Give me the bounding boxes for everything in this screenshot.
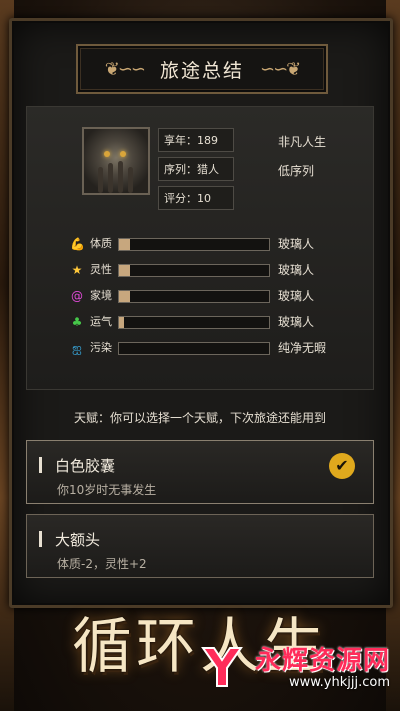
rank-label: 非凡人生 [278, 135, 327, 149]
attribute-label: 污染 [90, 341, 112, 354]
attribute-value: 玻璃人 [278, 237, 315, 251]
attribute-row: @ 家境 玻璃人 [70, 288, 370, 304]
attribute-label: 灵性 [90, 263, 112, 276]
avatar-tentacle [118, 161, 123, 193]
attribute-label: 体质 [90, 237, 112, 250]
strength-icon: 💪 [70, 237, 85, 251]
checkmark-icon: ✔ [329, 453, 355, 479]
attribute-value: 玻璃人 [278, 263, 315, 277]
talent-desc: 你10岁时无事发生 [57, 483, 157, 497]
attribute-bar-fill [119, 317, 124, 328]
talent-name: 白色胶囊 [55, 457, 116, 475]
attribute-bar [118, 264, 270, 277]
star-icon: ★ [71, 263, 83, 277]
watermark-url: www.yhkjjj.com [288, 675, 390, 690]
attribute-row: ♣ 运气 玻璃人 [70, 314, 370, 330]
watermark: 永辉资源网 www.yhkjjj.com [201, 640, 390, 690]
avatar-tentacle [128, 167, 133, 193]
attribute-label: 运气 [90, 315, 112, 328]
watermark-name: 永辉资源网 [254, 646, 390, 676]
swirl-icon: @ [71, 289, 83, 303]
title-banner: ❦∽∽ 旅途总结 ∽∽❦ [76, 44, 328, 94]
watermark-logo-icon [201, 647, 243, 687]
talent-hint: 天赋：你可以选择一个天赋，下次旅途还能用到 [73, 411, 326, 425]
sequence-cell: 序列：猎人 [158, 157, 234, 181]
talent-card-big-forehead[interactable]: 大额头 体质-2，灵性+2 [26, 514, 374, 578]
card-mark [39, 457, 42, 473]
avatar-eye [104, 151, 110, 157]
attribute-value: 玻璃人 [278, 315, 315, 329]
clover-icon: ♣ [71, 315, 83, 329]
talent-name: 大额头 [55, 531, 101, 549]
attribute-row: 💪 体质 玻璃人 [70, 236, 370, 252]
score-cell: 评分：10 [158, 186, 234, 210]
attribute-bar [118, 290, 270, 303]
attribute-bar [118, 316, 270, 329]
attribute-label: 家境 [90, 289, 112, 302]
avatar-tentacle [98, 167, 103, 193]
age-cell: 享年：189 [158, 128, 234, 152]
attribute-bar-fill [119, 291, 130, 302]
attribute-bar-fill [119, 239, 130, 250]
talent-desc: 体质-2，灵性+2 [57, 557, 147, 571]
attribute-bar [118, 342, 270, 355]
avatar-eye [120, 151, 126, 157]
attribute-bar-fill [119, 265, 130, 276]
avatar-tentacle [108, 163, 113, 193]
attribute-value: 玻璃人 [278, 289, 315, 303]
right-flourish-icon: ∽∽❦ [260, 58, 301, 80]
attribute-value: 纯净无暇 [278, 341, 327, 355]
talent-card-white-capsule[interactable]: 白色胶囊 你10岁时无事发生 ✔ [26, 440, 374, 504]
pollution-icon: ஐ [72, 341, 82, 355]
attribute-row: ஐ 污染 纯净无暇 [70, 340, 370, 356]
left-flourish-icon: ❦∽∽ [104, 58, 146, 80]
character-avatar [82, 127, 150, 195]
attribute-bar [118, 238, 270, 251]
attribute-row: ★ 灵性 玻璃人 [70, 262, 370, 278]
page-title: 旅途总结 [159, 59, 244, 82]
sequence-tier: 低序列 [278, 164, 315, 178]
card-mark [39, 531, 42, 547]
